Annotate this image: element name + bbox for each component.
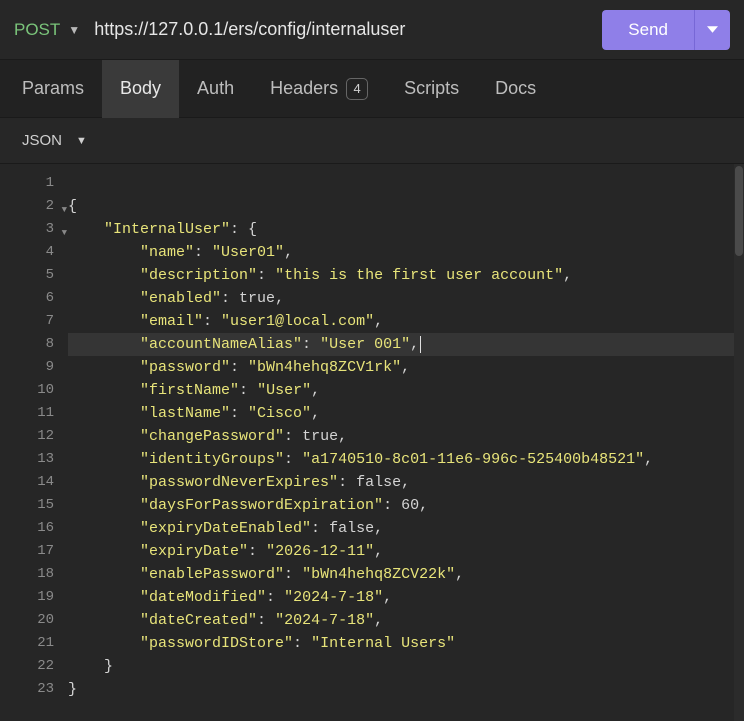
tab-label: Params bbox=[22, 78, 84, 99]
tab-docs[interactable]: Docs bbox=[477, 60, 554, 118]
send-button-group: Send bbox=[602, 10, 730, 50]
url-input[interactable] bbox=[94, 19, 588, 40]
headers-count-badge: 4 bbox=[346, 78, 368, 100]
body-format-label: JSON bbox=[22, 132, 62, 149]
line-number: 7 bbox=[0, 310, 68, 333]
code-line[interactable] bbox=[68, 172, 734, 195]
code-line[interactable]: "expiryDate": "2026-12-11", bbox=[68, 540, 734, 563]
line-number: 19 bbox=[0, 586, 68, 609]
body-format-bar: JSON ▼ bbox=[0, 118, 744, 164]
line-number: 23 bbox=[0, 678, 68, 701]
tab-params[interactable]: Params bbox=[4, 60, 102, 118]
line-number: 15 bbox=[0, 494, 68, 517]
vertical-scrollbar[interactable] bbox=[734, 164, 744, 721]
scrollbar-thumb[interactable] bbox=[735, 166, 743, 256]
tab-label: Docs bbox=[495, 78, 536, 99]
line-number: 20 bbox=[0, 609, 68, 632]
chevron-down-icon bbox=[707, 26, 718, 33]
line-number: 12 bbox=[0, 425, 68, 448]
code-line[interactable]: "lastName": "Cisco", bbox=[68, 402, 734, 425]
line-number: 8 bbox=[0, 333, 68, 356]
code-line[interactable]: "accountNameAlias": "User 001", bbox=[68, 333, 734, 356]
chevron-down-icon: ▼ bbox=[68, 23, 80, 37]
tab-auth[interactable]: Auth bbox=[179, 60, 252, 118]
code-line[interactable]: "email": "user1@local.com", bbox=[68, 310, 734, 333]
tab-label: Scripts bbox=[404, 78, 459, 99]
code-line[interactable]: "identityGroups": "a1740510-8c01-11e6-99… bbox=[68, 448, 734, 471]
line-number: 22 bbox=[0, 655, 68, 678]
line-number: 1 bbox=[0, 172, 68, 195]
http-method-selector[interactable]: POST ▼ bbox=[14, 20, 80, 40]
tab-headers[interactable]: Headers 4 bbox=[252, 60, 386, 118]
tab-label: Headers bbox=[270, 78, 338, 99]
line-number: 18 bbox=[0, 563, 68, 586]
code-line[interactable]: } bbox=[68, 678, 734, 701]
request-tabs: Params Body Auth Headers 4 Scripts Docs bbox=[0, 60, 744, 118]
code-line[interactable]: "name": "User01", bbox=[68, 241, 734, 264]
code-line[interactable]: "InternalUser": { bbox=[68, 218, 734, 241]
code-line[interactable]: "firstName": "User", bbox=[68, 379, 734, 402]
line-number: 13 bbox=[0, 448, 68, 471]
send-button[interactable]: Send bbox=[602, 10, 694, 50]
tab-label: Auth bbox=[197, 78, 234, 99]
code-editor[interactable]: 12▼3▼4567891011121314151617181920212223 … bbox=[0, 164, 744, 721]
line-number: 9 bbox=[0, 356, 68, 379]
body-format-selector[interactable]: JSON ▼ bbox=[22, 132, 87, 149]
app-root: POST ▼ Send Params Body Auth Headers 4 S… bbox=[0, 0, 744, 721]
code-area[interactable]: { "InternalUser": { "name": "User01", "d… bbox=[68, 164, 734, 721]
line-number: 16 bbox=[0, 517, 68, 540]
tab-body[interactable]: Body bbox=[102, 60, 179, 118]
code-line[interactable]: "enablePassword": "bWn4hehq8ZCV22k", bbox=[68, 563, 734, 586]
code-line[interactable]: "password": "bWn4hehq8ZCV1rk", bbox=[68, 356, 734, 379]
line-number: 11 bbox=[0, 402, 68, 425]
line-number: 14 bbox=[0, 471, 68, 494]
http-method-label: POST bbox=[14, 20, 60, 40]
code-line[interactable]: "description": "this is the first user a… bbox=[68, 264, 734, 287]
tab-scripts[interactable]: Scripts bbox=[386, 60, 477, 118]
code-line[interactable]: "changePassword": true, bbox=[68, 425, 734, 448]
line-number: 4 bbox=[0, 241, 68, 264]
code-line[interactable]: "enabled": true, bbox=[68, 287, 734, 310]
code-line[interactable]: "dateModified": "2024-7-18", bbox=[68, 586, 734, 609]
send-options-button[interactable] bbox=[694, 10, 730, 50]
code-line[interactable]: "passwordNeverExpires": false, bbox=[68, 471, 734, 494]
code-line[interactable]: "passwordIDStore": "Internal Users" bbox=[68, 632, 734, 655]
line-number: 2▼ bbox=[0, 195, 68, 218]
code-line[interactable]: "expiryDateEnabled": false, bbox=[68, 517, 734, 540]
line-number: 6 bbox=[0, 287, 68, 310]
request-bar: POST ▼ Send bbox=[0, 0, 744, 60]
line-number: 3▼ bbox=[0, 218, 68, 241]
line-number: 21 bbox=[0, 632, 68, 655]
line-number-gutter: 12▼3▼4567891011121314151617181920212223 bbox=[0, 164, 68, 721]
code-line[interactable]: "dateCreated": "2024-7-18", bbox=[68, 609, 734, 632]
code-line[interactable]: { bbox=[68, 195, 734, 218]
code-line[interactable]: "daysForPasswordExpiration": 60, bbox=[68, 494, 734, 517]
tab-label: Body bbox=[120, 78, 161, 99]
line-number: 10 bbox=[0, 379, 68, 402]
code-line[interactable]: } bbox=[68, 655, 734, 678]
chevron-down-icon: ▼ bbox=[76, 135, 87, 147]
line-number: 17 bbox=[0, 540, 68, 563]
line-number: 5 bbox=[0, 264, 68, 287]
